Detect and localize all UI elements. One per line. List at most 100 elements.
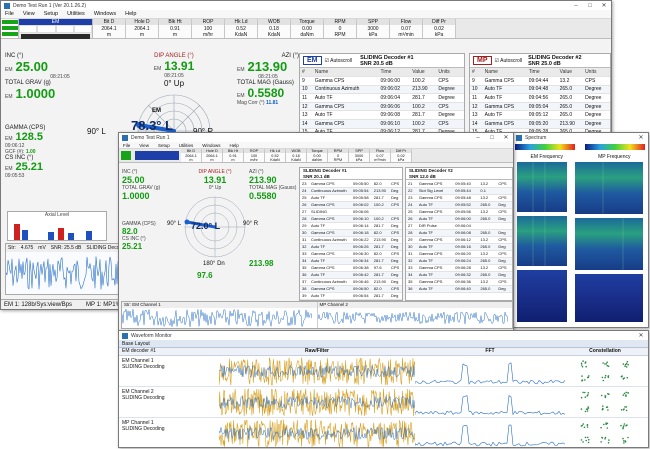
table-row[interactable]: 30 Auto TF 09:06:16 265.0 Deg xyxy=(406,243,512,251)
table-row[interactable]: 28 Auto TF 09:06:08 265.0 Deg xyxy=(406,229,512,237)
sensor-cell-5[interactable]: WOB 0.18 KdaN xyxy=(258,19,291,38)
sensor-cell-7[interactable]: RPM 0 RPM xyxy=(328,149,349,162)
sensor-cell-1[interactable]: Hole D 2064.1 m xyxy=(202,149,223,162)
sensor-cell-10[interactable]: Diff Pr 0.02 kPa xyxy=(423,19,456,38)
table-row[interactable]: 10 Auto TF 09:04:48 265.0 Degree xyxy=(470,85,610,95)
table-row[interactable]: 23 Gamma CPS 09:05:50 82.0 CPS xyxy=(300,180,402,188)
sensor-cell-7[interactable]: RPM 0 RPM xyxy=(324,19,357,38)
table-row[interactable]: 28 Gamma CPS 09:06:10 100.2 CPS xyxy=(300,215,402,223)
waveform-titlebar[interactable]: Waveform Monitor ✕ xyxy=(119,331,648,340)
sensor-cell-3[interactable]: ROP 100 m/hr xyxy=(244,149,265,162)
column-header[interactable]: # xyxy=(470,68,483,78)
table-row[interactable]: 13 Auto TF 09:06:08 281.7 Degree xyxy=(300,110,464,121)
table-row[interactable]: 39 Auto TF 09:06:54 281.7 Deg xyxy=(300,292,402,300)
menu-view[interactable]: View xyxy=(23,11,35,17)
second-titlebar[interactable]: Demo Test Run 1 – □ ✕ xyxy=(119,133,513,142)
column-header[interactable]: Value xyxy=(557,68,584,78)
second-menu-utilities[interactable]: Utilities xyxy=(179,143,194,148)
waveform-close-icon[interactable]: ✕ xyxy=(634,332,648,339)
sensor-cell-8[interactable]: SPP 3000 kPa xyxy=(349,149,370,162)
table-row[interactable]: 10 Continuous Azimuth 09:06:02 213.90 Degree xyxy=(300,85,464,95)
table-row[interactable]: 31 Continuous Azimuth 09:06:22 213.90 Deg xyxy=(300,236,402,244)
table-row[interactable]: 32 Auto TF 09:06:26 281.7 Deg xyxy=(300,243,402,251)
second-maximize-icon[interactable]: □ xyxy=(485,135,499,141)
second-close-icon[interactable]: ✕ xyxy=(499,134,513,141)
menu-file[interactable]: File xyxy=(5,11,14,17)
second-menu-file[interactable]: File xyxy=(123,143,130,148)
table-row[interactable]: 34 Auto TF 09:06:32 265.0 Deg xyxy=(406,271,512,279)
menu-utilities[interactable]: Utilities xyxy=(67,11,85,17)
main-titlebar[interactable]: Demo Test Run 1 (Ver 20.1.26.2) – □ ✕ xyxy=(1,1,611,10)
sensor-cell-10[interactable]: Diff Pr 0.02 kPa xyxy=(391,149,412,162)
table-row[interactable]: 36 Auto TF 09:06:42 281.7 Deg xyxy=(300,271,402,279)
decoder2-autoscroll[interactable]: ☑ Autoscroll xyxy=(495,58,523,64)
spectrum-close-icon[interactable]: ✕ xyxy=(634,134,648,141)
table-row[interactable]: 25 Auto TF 09:05:58 281.7 Deg xyxy=(300,194,402,202)
table-row[interactable]: 35 Gamma CPS 09:06:38 97.6 CPS xyxy=(300,264,402,272)
table-row[interactable]: 27 SLIDING 09:06:06 xyxy=(300,208,402,216)
table-row[interactable]: 24 Continuous Azimuth 09:05:54 213.90 Deg xyxy=(300,187,402,195)
table-row[interactable]: 29 Auto TF 09:06:14 281.7 Deg xyxy=(300,222,402,230)
sensor-cell-4[interactable]: Hk Ld 0.52 KdaN xyxy=(225,19,258,38)
table-row[interactable]: 33 Gamma CPS 09:06:28 13.2 CPS xyxy=(406,264,512,272)
spectrum-titlebar[interactable]: Spectrum ✕ xyxy=(513,133,648,142)
sensor-cell-2[interactable]: Blk Ht 0.91 m xyxy=(223,149,244,162)
second-menu-help[interactable]: Help xyxy=(230,143,239,148)
sensor-cell-4[interactable]: Hk Ld 0.52 KdaN xyxy=(265,149,286,162)
table-row[interactable]: 22 Slot Sig Level 09:05:44 0.1 xyxy=(406,187,512,195)
table-row[interactable]: 36 Auto TF 09:06:40 265.0 Deg xyxy=(406,285,512,293)
column-header[interactable]: # xyxy=(300,68,313,78)
sensor-cell-5[interactable]: WOB 0.18 KdaN xyxy=(286,149,307,162)
sensor-cell-3[interactable]: ROP 100 m/hr xyxy=(192,19,225,38)
table-row[interactable]: 32 Auto TF 09:06:24 265.0 Deg xyxy=(406,257,512,265)
column-header[interactable]: Time xyxy=(378,68,411,78)
sensor-cell-6[interactable]: Torque 0.00 daNm xyxy=(291,19,324,38)
table-row[interactable]: 14 Gamma CPS 09:06:10 100.2 CPS xyxy=(300,119,464,129)
menu-help[interactable]: Help xyxy=(125,11,136,17)
second-menu-windows[interactable]: Windows xyxy=(202,143,220,148)
table-row[interactable]: 11 Auto TF 09:04:56 265.0 Degree xyxy=(470,93,610,103)
sensor-cell-6[interactable]: Torque 0.00 daNm xyxy=(307,149,328,162)
table-row[interactable]: 38 Gamma CPS 09:06:50 82.0 CPS xyxy=(300,285,402,293)
table-row[interactable]: 33 Gamma CPS 09:06:30 82.0 CPS xyxy=(300,250,402,258)
table-row[interactable]: 29 Gamma CPS 09:06:12 13.2 CPS xyxy=(406,236,512,244)
maximize-icon[interactable]: □ xyxy=(583,3,597,9)
column-header[interactable]: Name xyxy=(482,68,527,78)
menu-setup[interactable]: Setup xyxy=(44,11,58,17)
table-row[interactable]: 13 Auto TF 09:05:12 265.0 Degree xyxy=(470,110,610,121)
table-row[interactable]: 27 DIR Pulse 09:06:04 xyxy=(406,222,512,230)
second-menu-view[interactable]: View xyxy=(139,143,149,148)
column-header[interactable]: Units xyxy=(436,68,464,78)
table-row[interactable]: 24 Auto TF 09:05:52 265.0 Deg xyxy=(406,201,512,209)
close-icon[interactable]: ✕ xyxy=(597,2,611,9)
decoder1-autoscroll[interactable]: ☑ Autoscroll xyxy=(325,58,353,64)
table-row[interactable]: 12 Gamma CPS 09:05:04 265.0 Degree xyxy=(470,102,610,112)
table-row[interactable]: 9 Gamma CPS 09:06:00 100.2 CPS xyxy=(300,76,464,86)
sensor-cell-1[interactable]: Hole D 2064.1 m xyxy=(126,19,159,38)
table-row[interactable]: 11 Auto TF 09:06:04 281.7 Degree xyxy=(300,93,464,103)
sensor-cell-2[interactable]: Blk Ht 0.91 m xyxy=(159,19,192,38)
second-minimize-icon[interactable]: – xyxy=(471,135,485,141)
sensor-cell-9[interactable]: Flow 0.07 m³/min xyxy=(390,19,423,38)
table-row[interactable]: 31 Gamma CPS 09:06:20 13.2 CPS xyxy=(406,250,512,258)
table-row[interactable]: 30 Gamma CPS 09:06:18 82.0 CPS xyxy=(300,229,402,237)
column-header[interactable]: Name xyxy=(312,68,379,78)
table-row[interactable]: 37 Continuous Azimuth 09:06:46 213.90 Deg xyxy=(300,278,402,286)
column-header[interactable]: Units xyxy=(583,68,610,78)
table-row[interactable]: 34 Auto TF 09:06:34 281.7 Deg xyxy=(300,257,402,265)
column-header[interactable]: Time xyxy=(526,68,558,78)
table-row[interactable]: 26 Gamma CPS 09:06:02 100.2 CPS xyxy=(300,201,402,209)
second-menu-setup[interactable]: Setup xyxy=(158,143,170,148)
sensor-cell-9[interactable]: Flow 0.07 m³/min xyxy=(370,149,391,162)
minimize-icon[interactable]: – xyxy=(569,3,583,9)
menu-windows[interactable]: Windows xyxy=(94,11,116,17)
table-row[interactable]: 9 Gamma CPS 09:04:44 13.2 CPS xyxy=(470,76,610,86)
table-row[interactable]: 25 Gamma CPS 09:05:56 13.2 CPS xyxy=(406,208,512,216)
table-row[interactable]: 12 Gamma CPS 09:06:06 100.2 CPS xyxy=(300,102,464,112)
column-header[interactable]: Value xyxy=(410,68,437,78)
table-row[interactable]: 35 Gamma CPS 09:06:36 13.2 CPS xyxy=(406,278,512,286)
table-row[interactable]: 14 Gamma CPS 09:05:20 213.90 Degree xyxy=(470,119,610,129)
table-row[interactable]: 23 Gamma CPS 09:05:48 13.2 CPS xyxy=(406,194,512,202)
sensor-cell-0[interactable]: Bit D 2064.1 m xyxy=(181,149,202,162)
sensor-cell-8[interactable]: SPP 3000 kPa xyxy=(357,19,390,38)
